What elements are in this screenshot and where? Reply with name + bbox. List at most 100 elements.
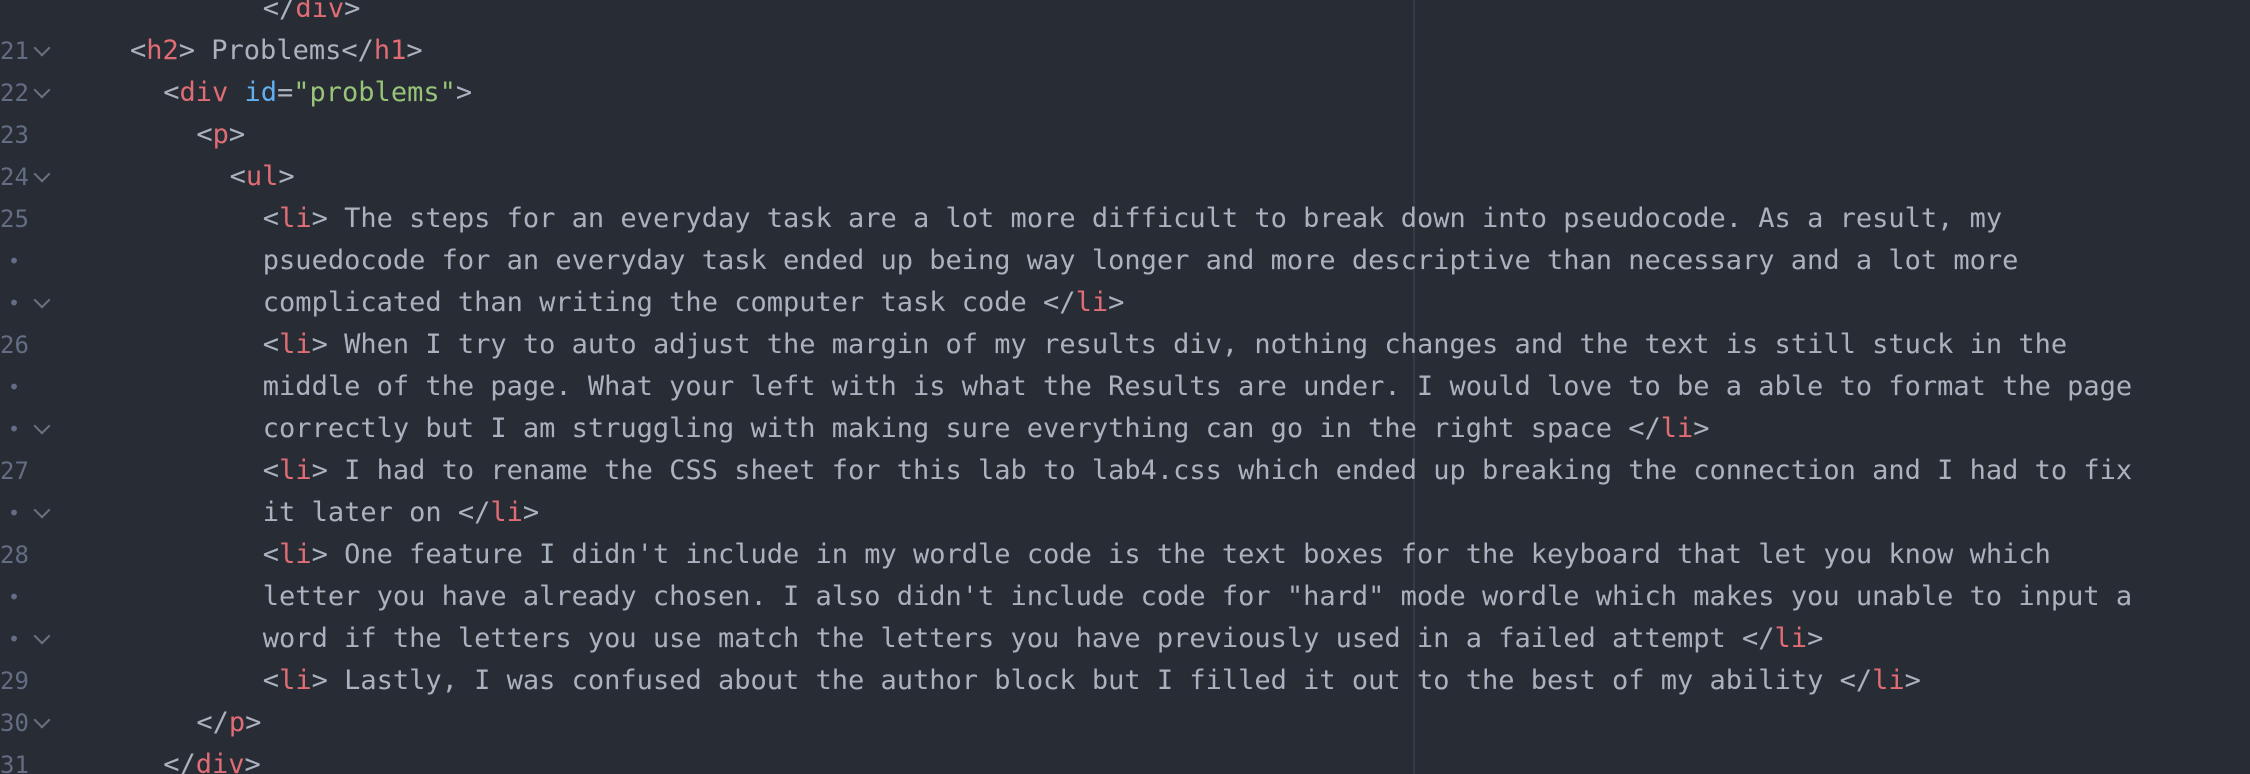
code-token: li	[1872, 665, 1905, 696]
line-number: 26	[0, 331, 29, 359]
code-text: middle of the page. What your left with …	[263, 366, 2132, 408]
code-text: it later on </li>	[263, 492, 539, 534]
code-token: div	[295, 0, 345, 24]
code-text: <h2> Problems</h1>	[130, 30, 423, 72]
code-token: >	[245, 707, 262, 738]
wrap-indicator: •	[8, 585, 21, 609]
code-token: h1	[373, 35, 407, 66]
line-number: 21	[0, 37, 29, 65]
code-token: middle of the page. What your left with …	[262, 371, 2133, 402]
wrap-indicator: •	[8, 417, 21, 441]
code-token: word if the letters you use match the le…	[262, 623, 1775, 654]
code-token: >	[1693, 413, 1710, 444]
code-token: </	[262, 0, 296, 24]
code-token: >	[228, 119, 246, 150]
line-number: 30	[0, 709, 29, 737]
code-text: <li> Lastly, I was confused about the au…	[263, 660, 1921, 702]
code-line[interactable]: 23 <p>	[0, 114, 2250, 156]
code-token: <	[262, 203, 280, 234]
code-token: li	[279, 203, 312, 234]
code-line[interactable]: • correctly but I am struggling with maki…	[0, 408, 2250, 450]
fold-chevron-icon[interactable]	[33, 81, 51, 99]
fold-chevron-icon[interactable]	[33, 711, 51, 729]
code-token: li	[279, 539, 312, 570]
fold-chevron-icon[interactable]	[33, 291, 51, 309]
code-token: li	[1660, 413, 1694, 444]
code-line[interactable]: • middle of the page. What your left with…	[0, 366, 2250, 408]
code-editor[interactable]: </div> 21 <h2> Problems</h1> 22 <div id="pro…	[0, 0, 2250, 774]
code-token: <	[262, 455, 280, 486]
wrap-indicator: •	[8, 627, 21, 651]
line-number: 27	[0, 457, 29, 485]
fold-chevron-icon[interactable]	[33, 165, 51, 183]
code-line[interactable]: • psuedocode for an everyday task ended u…	[0, 240, 2250, 282]
line-number: 28	[0, 541, 29, 569]
code-token: >	[1807, 623, 1824, 654]
code-text: <li> The steps for an everyday task are …	[263, 198, 2002, 240]
code-token: <	[262, 665, 280, 696]
code-line[interactable]: 30 </p>	[0, 702, 2250, 744]
code-text: </p>	[196, 702, 261, 744]
fold-chevron-icon[interactable]	[33, 39, 51, 57]
code-token: p	[228, 707, 246, 738]
code-token: div	[195, 749, 245, 774]
code-token: > One feature I didn't include in my wor…	[311, 539, 2051, 570]
code-token: > Lastly, I was confused about the autho…	[311, 665, 1873, 696]
code-token: > Problems</	[178, 35, 374, 66]
code-line[interactable]: • complicated than writing the computer t…	[0, 282, 2250, 324]
code-text: </div>	[163, 744, 261, 774]
code-line[interactable]: 24 <ul>	[0, 156, 2250, 198]
code-token: <	[163, 77, 180, 108]
line-number: 29	[0, 667, 29, 695]
code-token: ul	[245, 161, 279, 192]
code-token: h2	[146, 35, 179, 66]
fold-chevron-icon[interactable]	[33, 501, 51, 519]
code-text: letter you have already chosen. I also d…	[263, 576, 2132, 618]
code-token: <	[262, 329, 280, 360]
code-token: >	[406, 35, 423, 66]
code-token: <	[262, 539, 280, 570]
code-token: > I had to rename the CSS sheet for this…	[311, 455, 2133, 486]
code-text: </div>	[263, 0, 361, 30]
code-token: it later on </	[262, 497, 491, 528]
code-token: > When I try to auto adjust the margin o…	[311, 329, 2068, 360]
line-number: 31	[0, 751, 29, 774]
code-token: >	[278, 161, 295, 192]
code-line[interactable]: 27 <li> I had to rename the CSS sheet for…	[0, 450, 2250, 492]
code-line[interactable]: 21 <h2> Problems</h1>	[0, 30, 2250, 72]
code-token: li	[279, 665, 312, 696]
code-line[interactable]: </div>	[0, 0, 2250, 30]
code-text: <li> I had to rename the CSS sheet for t…	[263, 450, 2132, 492]
line-number: 22	[0, 79, 29, 107]
code-token: >	[244, 749, 261, 774]
code-token: </	[196, 707, 229, 738]
fold-chevron-icon[interactable]	[33, 627, 51, 645]
code-token: "problems"	[293, 77, 456, 108]
code-token: >	[522, 497, 540, 528]
code-token: li	[490, 497, 523, 528]
wrap-indicator: •	[8, 291, 21, 315]
code-text: <div id="problems">	[163, 72, 472, 114]
code-token: psuedocode for an everyday task ended up…	[262, 245, 2019, 276]
fold-chevron-icon[interactable]	[33, 417, 51, 435]
code-line[interactable]: 31 </div>	[0, 744, 2250, 774]
code-line[interactable]: 25 <li> The steps for an everyday task ar…	[0, 198, 2250, 240]
code-token: >	[344, 0, 361, 24]
code-line[interactable]: 28 <li> One feature I didn't include in m…	[0, 534, 2250, 576]
code-text: <li> One feature I didn't include in my …	[263, 534, 2051, 576]
code-line[interactable]: 22 <div id="problems">	[0, 72, 2250, 114]
wrap-indicator: •	[8, 375, 21, 399]
code-token: div	[179, 77, 229, 108]
code-token: li	[1075, 287, 1109, 318]
code-token: p	[212, 119, 229, 150]
code-token: letter you have already chosen. I also d…	[262, 581, 2133, 612]
code-line[interactable]: • it later on </li>	[0, 492, 2250, 534]
code-token: correctly but I am struggling with makin…	[262, 413, 1661, 444]
code-token: <	[229, 161, 246, 192]
code-line[interactable]: • letter you have already chosen. I also …	[0, 576, 2250, 618]
code-line[interactable]: 26 <li> When I try to auto adjust the mar…	[0, 324, 2250, 366]
code-line[interactable]: 29 <li> Lastly, I was confused about the …	[0, 660, 2250, 702]
code-token: <	[196, 119, 213, 150]
code-line[interactable]: • word if the letters you use match the l…	[0, 618, 2250, 660]
